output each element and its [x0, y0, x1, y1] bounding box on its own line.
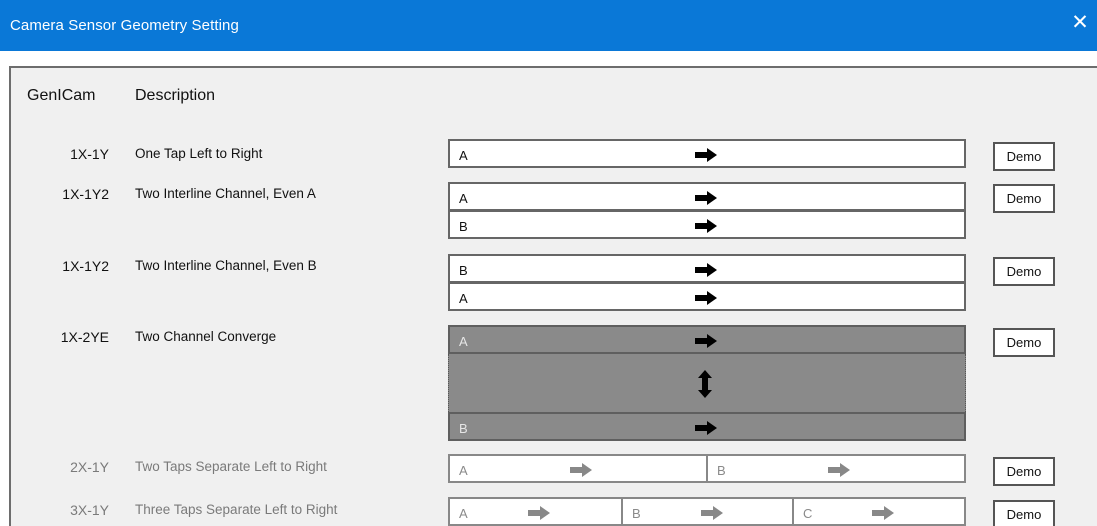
dialog-content: GenICam Description 1X-1Y One Tap Left t… — [9, 66, 1097, 526]
row-code: 1X-1Y2 — [62, 186, 109, 202]
row-description: Three Taps Separate Left to Right — [135, 502, 338, 517]
column-header-description: Description — [135, 87, 216, 104]
tap-label: A — [459, 191, 468, 206]
tap-label: B — [459, 263, 468, 278]
arrow-right-icon — [828, 463, 850, 477]
tap-bar: A — [448, 325, 966, 354]
close-icon[interactable]: ✕ — [1069, 12, 1091, 34]
row-description: Two Channel Converge — [135, 329, 277, 344]
tap-bar: A — [448, 282, 966, 311]
arrow-right-icon — [872, 506, 894, 520]
tap-label: B — [459, 219, 468, 234]
row-code: 1X-1Y — [70, 146, 109, 162]
tap-label: B — [717, 463, 726, 478]
row-code: 1X-1Y2 — [62, 258, 109, 274]
tap-bar: B — [448, 210, 966, 239]
row-description: Two Interline Channel, Even A — [135, 186, 316, 201]
converge-region — [448, 354, 966, 412]
tap-bar: A — [448, 182, 966, 211]
tap-bar: B — [448, 412, 966, 441]
arrow-right-icon — [695, 263, 717, 277]
tap-label: A — [459, 291, 468, 306]
demo-button[interactable]: Demo — [993, 328, 1055, 357]
arrow-right-icon — [695, 148, 717, 162]
demo-button[interactable]: Demo — [993, 257, 1055, 286]
arrow-right-icon — [695, 421, 717, 435]
row-description: Two Taps Separate Left to Right — [135, 459, 327, 474]
title-bar: Camera Sensor Geometry Setting ✕ — [0, 0, 1097, 51]
arrow-right-icon — [695, 219, 717, 233]
tap-label: A — [459, 334, 468, 349]
arrow-right-icon — [570, 463, 592, 477]
tap-bar: A — [448, 139, 966, 168]
column-header-genicam: GenICam — [27, 87, 96, 104]
arrow-right-icon — [695, 291, 717, 305]
tap-segment: C — [792, 497, 966, 526]
tap-label: A — [459, 148, 468, 163]
row-code: 1X-2YE — [60, 329, 109, 345]
tap-label: B — [459, 421, 468, 436]
window-title: Camera Sensor Geometry Setting — [10, 17, 239, 34]
tap-segment: A — [448, 454, 708, 483]
demo-button[interactable]: Demo — [993, 457, 1055, 486]
row-code: 3X-1Y — [70, 502, 109, 518]
row-description: Two Interline Channel, Even B — [135, 258, 317, 273]
row-code: 2X-1Y — [70, 459, 109, 475]
tap-segment: A — [448, 497, 623, 526]
tap-label: A — [459, 463, 468, 478]
demo-button[interactable]: Demo — [993, 500, 1055, 526]
arrow-up-down-icon — [698, 370, 712, 398]
demo-button[interactable]: Demo — [993, 142, 1055, 171]
tap-segment: B — [706, 454, 966, 483]
row-description: One Tap Left to Right — [135, 146, 263, 161]
tap-segment: B — [621, 497, 794, 526]
arrow-right-icon — [695, 191, 717, 205]
demo-button[interactable]: Demo — [993, 184, 1055, 213]
arrow-right-icon — [695, 334, 717, 348]
tap-bar: B — [448, 254, 966, 283]
arrow-right-icon — [701, 506, 723, 520]
arrow-right-icon — [528, 506, 550, 520]
